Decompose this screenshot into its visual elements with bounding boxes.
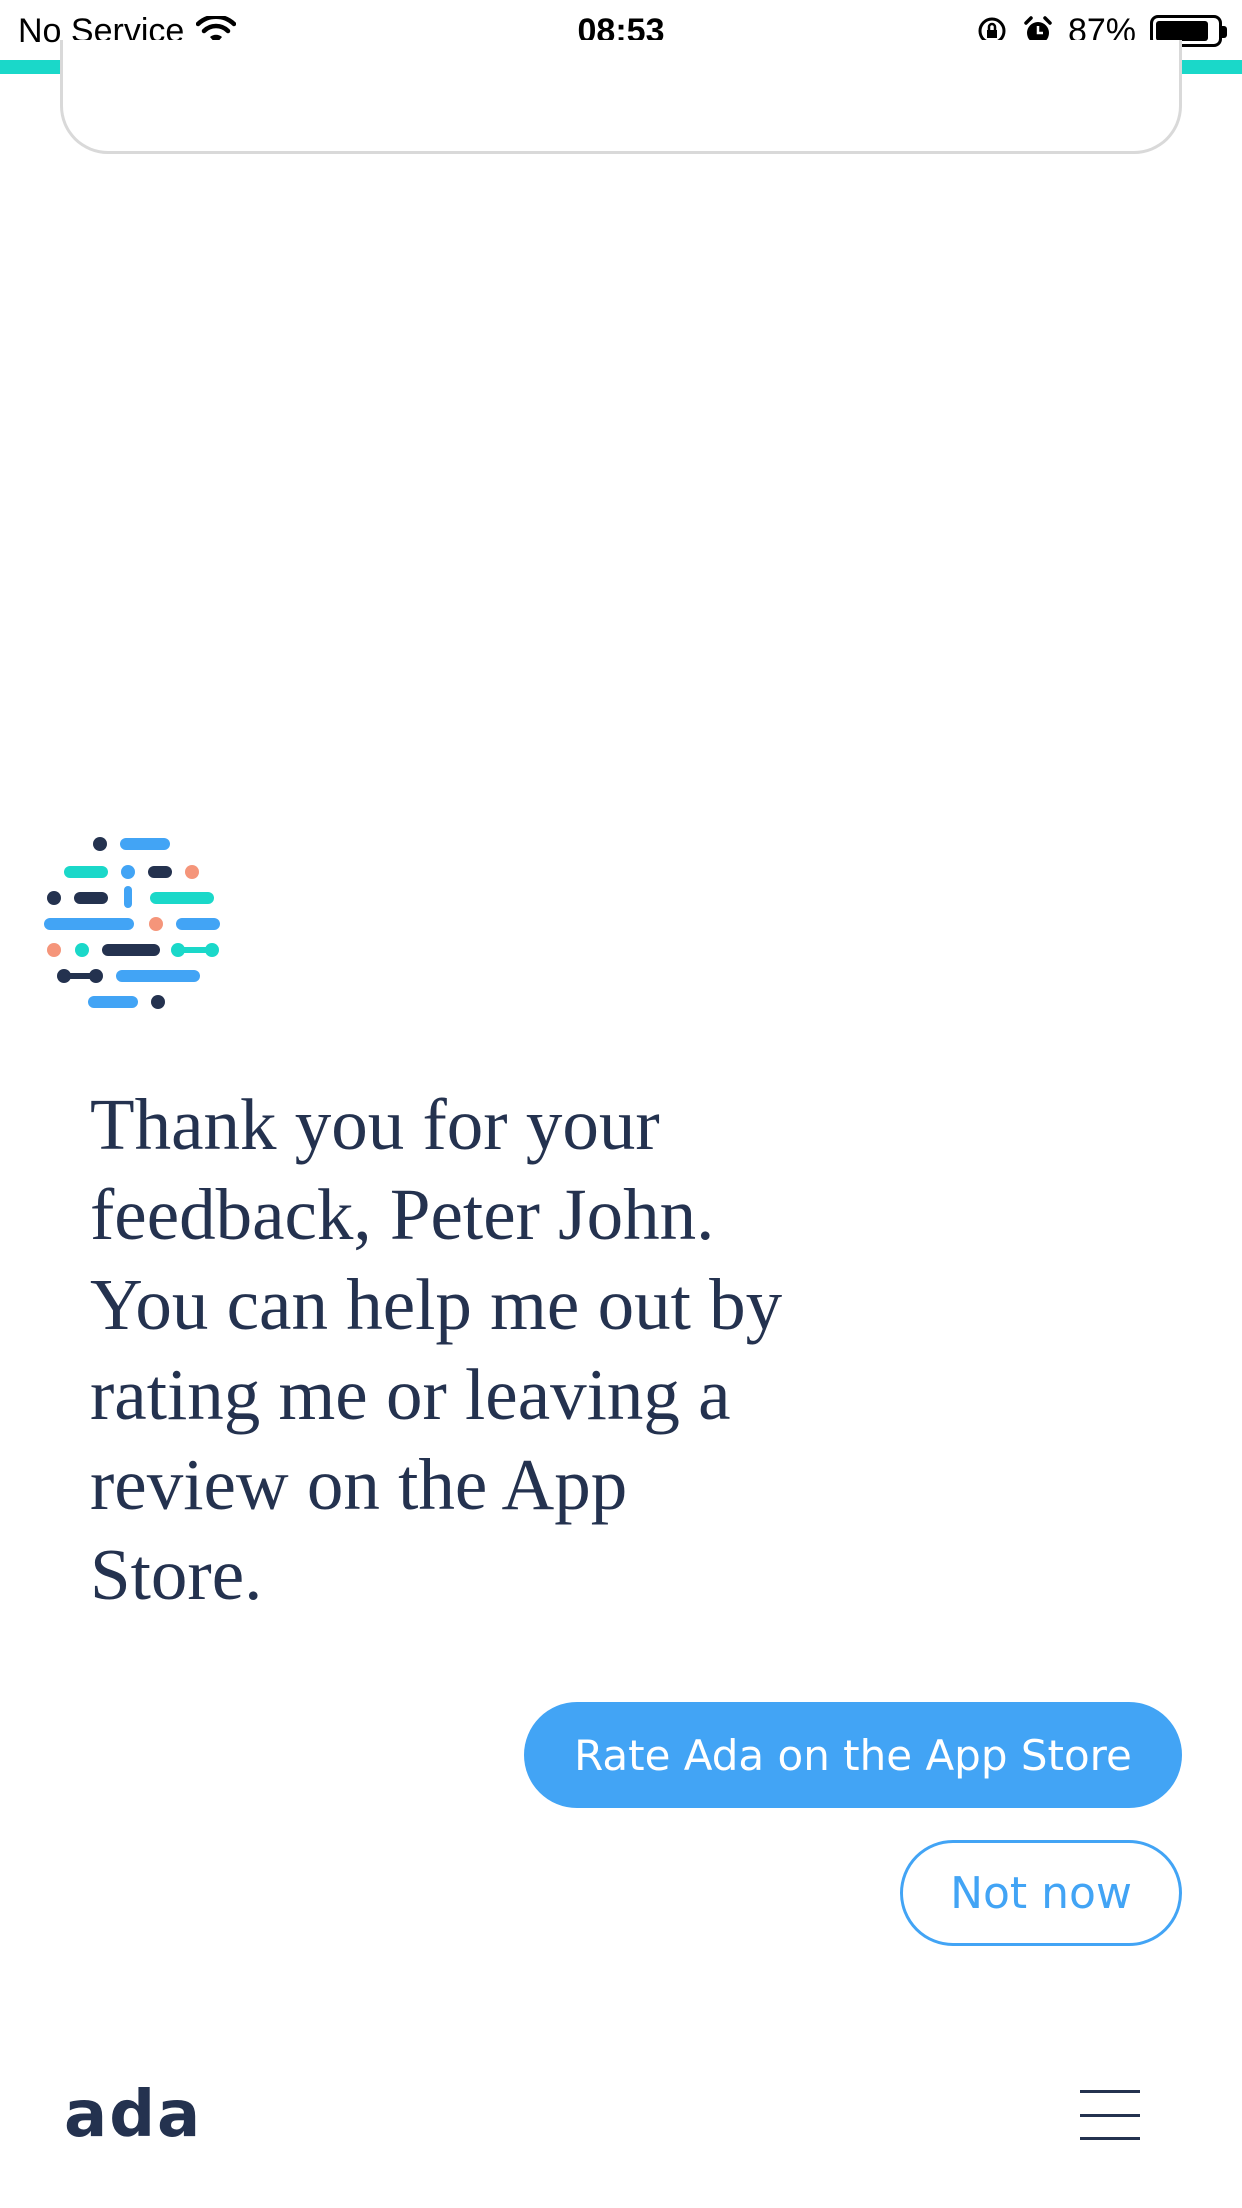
not-now-button[interactable]: Not now <box>900 1840 1182 1946</box>
message-line: Thank you for your <box>90 1084 660 1165</box>
message-line: rating me or leaving a <box>90 1354 731 1435</box>
hamburger-menu-icon[interactable] <box>1080 2090 1140 2140</box>
message-line: Store. <box>90 1534 263 1615</box>
message-line: feedback, Peter John. <box>90 1174 715 1255</box>
previous-message-card <box>60 40 1182 154</box>
ada-logo: ada <box>64 2078 203 2152</box>
rate-app-store-button[interactable]: Rate Ada on the App Store <box>524 1702 1182 1808</box>
menu-line <box>1080 2090 1140 2093</box>
battery-fill <box>1156 21 1209 41</box>
ada-avatar-icon <box>44 837 220 1009</box>
message-line: You can help me out by <box>90 1264 783 1345</box>
ada-message: Thank you for your feedback, Peter John.… <box>90 1080 880 1620</box>
menu-line <box>1080 2137 1140 2140</box>
menu-line <box>1080 2113 1140 2117</box>
message-line: review on the App <box>90 1444 628 1525</box>
